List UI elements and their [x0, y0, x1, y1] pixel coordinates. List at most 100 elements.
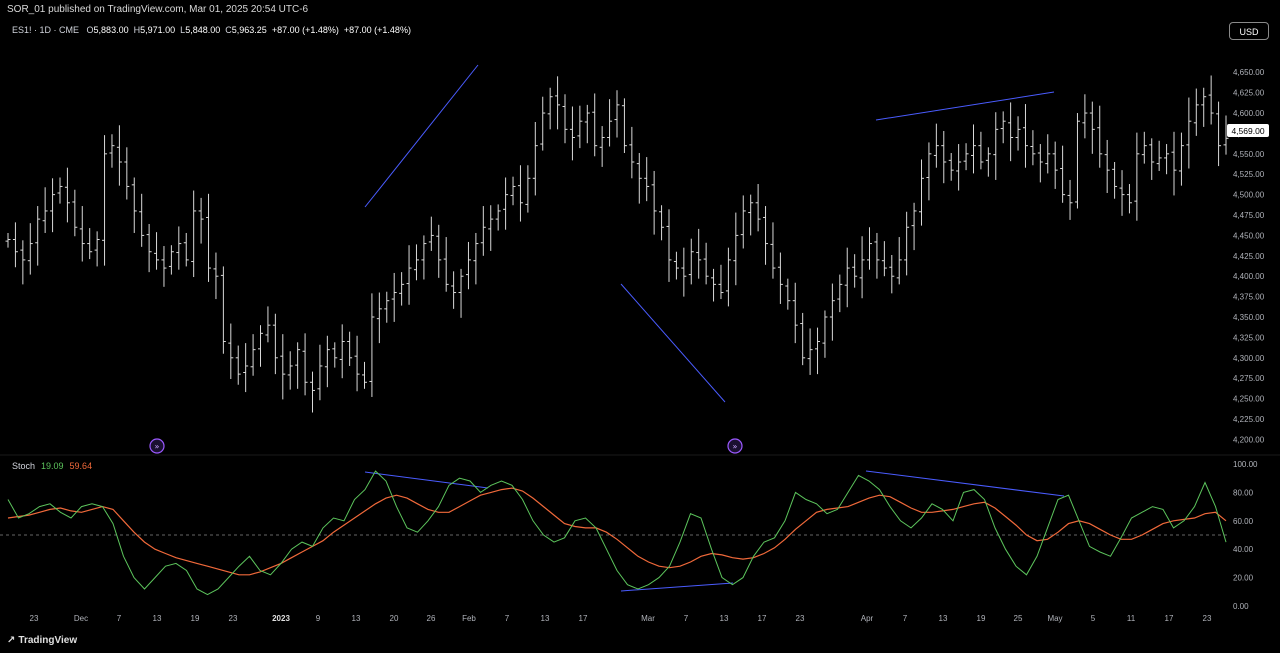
event-marker[interactable]: »: [149, 438, 165, 454]
ohlc-bar: [376, 292, 382, 344]
ohlc-bar: [354, 335, 360, 392]
ohlc-bar: [473, 232, 479, 285]
stoch-tick-label: 0.00: [1233, 602, 1249, 611]
ohlc-bar: [933, 123, 939, 168]
trendlines[interactable]: [364, 64, 1065, 592]
ohlc-bar: [1178, 132, 1184, 186]
ohlc-bar: [547, 87, 553, 130]
ohlc-bar: [681, 247, 687, 297]
ohlc-bar: [555, 76, 561, 130]
ohlc-bar: [1104, 139, 1110, 193]
ohlc-bar: [755, 184, 761, 232]
ohlc-bar: [1141, 131, 1147, 164]
ohlc-bar: [510, 176, 516, 206]
ohlc-bar: [911, 202, 917, 251]
ohlc-bar: [614, 90, 620, 138]
ohlc-bar: [792, 282, 798, 344]
ohlc-bar: [1112, 161, 1118, 199]
stoch-k-line: [7, 470, 1227, 596]
trendline[interactable]: [620, 582, 734, 592]
price-tick-label: 4,275.00: [1233, 374, 1265, 383]
ohlc-bar: [361, 361, 367, 389]
event-marker[interactable]: »: [727, 438, 743, 454]
price-tick-label: 4,425.00: [1233, 252, 1265, 261]
ohlc-bar: [711, 268, 717, 302]
ohlc-bar: [369, 293, 375, 397]
date-tick-label: 2023: [272, 614, 290, 623]
ohlc-bar: [517, 165, 523, 222]
trendline[interactable]: [620, 283, 726, 403]
price-tick-label: 4,550.00: [1233, 150, 1265, 159]
ohlc-bar: [815, 327, 821, 375]
ohlc-bar: [532, 122, 538, 196]
ohlc-bar: [1089, 101, 1095, 154]
ohlc-bar: [970, 124, 976, 174]
date-tick-label: 23: [1203, 614, 1212, 623]
ohlc-bar: [696, 228, 702, 279]
date-tick-label: Mar: [641, 614, 655, 623]
ohlc-bar: [673, 251, 679, 280]
ohlc-bar: [644, 157, 650, 202]
ohlc-bar: [956, 144, 962, 191]
ohlc-bar: [443, 237, 449, 292]
ohlc-bar: [785, 278, 791, 310]
ohlc-bar: [183, 232, 189, 267]
trendline[interactable]: [875, 91, 1055, 121]
ohlc-bar: [1030, 130, 1036, 166]
ohlc-bar: [1216, 101, 1222, 167]
date-tick-label: 26: [427, 614, 436, 623]
date-tick-label: 13: [720, 614, 729, 623]
ohlc-bar: [859, 236, 865, 299]
ohlc-bar: [1008, 102, 1014, 162]
ohlc-bar: [503, 177, 509, 230]
ohlc-bar: [42, 187, 48, 233]
ohlc-bar: [599, 126, 605, 167]
trendline[interactable]: [364, 471, 489, 489]
price-tick-label: 4,600.00: [1233, 109, 1265, 118]
ohlc-bar: [867, 227, 873, 270]
ohlc-bar: [20, 240, 26, 285]
ohlc-bar: [607, 99, 613, 147]
price-tick-label: 4,500.00: [1233, 191, 1265, 200]
price-tick-label: 4,650.00: [1233, 68, 1265, 77]
price-tick-label: 4,450.00: [1233, 231, 1265, 240]
ohlc-bar: [339, 324, 345, 379]
ohlc-bar: [280, 334, 286, 400]
ohlc-bar: [451, 271, 457, 309]
date-tick-label: 13: [153, 614, 162, 623]
ohlc-bar: [495, 204, 501, 231]
trendline[interactable]: [364, 64, 479, 208]
chart-canvas[interactable]: 4,650.004,625.004,600.004,575.004,550.00…: [0, 0, 1280, 653]
ohlc-bar: [733, 212, 739, 286]
ohlc-bar: [1208, 75, 1214, 125]
price-tick-label: 4,475.00: [1233, 211, 1265, 220]
date-tick-label: 19: [191, 614, 200, 623]
marker-glyph: »: [733, 442, 738, 451]
ohlc-bar: [5, 232, 11, 248]
ohlc-bar: [651, 170, 657, 235]
ohlc-bar: [963, 143, 969, 171]
stoch-tick-label: 60.00: [1233, 517, 1254, 526]
ohlc-bar: [540, 96, 546, 151]
ohlc-bar: [139, 193, 145, 247]
date-tick-label: 23: [30, 614, 39, 623]
ohlc-bar: [941, 130, 947, 184]
ohlc-bar: [740, 195, 746, 249]
date-tick-label: 7: [117, 614, 122, 623]
date-tick-label: 11: [1127, 614, 1136, 623]
ohlc-bar: [1037, 144, 1043, 183]
ohlc-bar: [94, 231, 100, 267]
ohlc-bar: [919, 159, 924, 226]
stoch-tick-label: 20.00: [1233, 574, 1254, 583]
price-tick-label: 4,375.00: [1233, 293, 1265, 302]
ohlc-bar: [1022, 104, 1028, 168]
ohlc-bar: [621, 98, 627, 154]
ohlc-bar: [421, 235, 427, 280]
ohlc-bar: [777, 252, 783, 304]
ohlc-bar: [904, 211, 910, 276]
ohlc-bar: [1149, 138, 1155, 180]
stoch-axis: 100.00 80.00 60.00 40.00 20.00 0.00: [1233, 460, 1258, 611]
ohlc-bar: [79, 206, 85, 262]
ohlc-bar: [659, 205, 665, 241]
ohlc-bar: [250, 334, 256, 376]
